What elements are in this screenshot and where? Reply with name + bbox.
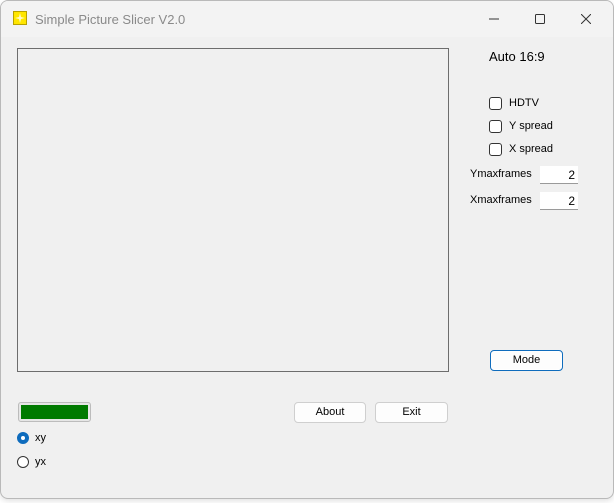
radio-label: xy	[35, 432, 46, 444]
checkbox-box[interactable]	[489, 119, 502, 133]
ymaxframes-label: Ymaxframes	[470, 168, 532, 180]
y-spread-checkbox[interactable]: Y spread	[489, 118, 553, 134]
xmaxframes-input[interactable]: 2	[540, 192, 578, 210]
radio-yx[interactable]: yx	[17, 455, 46, 469]
minimize-button[interactable]	[471, 1, 517, 37]
checkbox-label: HDTV	[509, 97, 539, 109]
window-title: Simple Picture Slicer V2.0	[35, 12, 186, 27]
checkbox-box[interactable]	[489, 142, 502, 156]
radio-dot[interactable]	[17, 456, 29, 468]
app-icon	[13, 11, 27, 25]
progress-bar	[18, 402, 91, 422]
maximize-icon	[535, 14, 545, 24]
close-button[interactable]	[563, 1, 609, 37]
picture-panel[interactable]	[17, 48, 449, 372]
checkbox-box[interactable]	[489, 96, 502, 110]
x-spread-checkbox[interactable]: X spread	[489, 141, 553, 157]
maximize-button[interactable]	[517, 1, 563, 37]
title-bar[interactable]: Simple Picture Slicer V2.0	[1, 1, 613, 37]
mode-button[interactable]: Mode	[490, 350, 563, 371]
ymaxframes-input[interactable]: 2	[540, 166, 578, 184]
about-button[interactable]: About	[294, 402, 366, 423]
close-icon	[581, 14, 591, 24]
checkbox-label: Y spread	[509, 120, 553, 132]
xmaxframes-label: Xmaxframes	[470, 194, 532, 206]
radio-label: yx	[35, 456, 46, 468]
auto-mode-label: Auto 16:9	[489, 49, 545, 64]
minimize-icon	[489, 18, 499, 20]
progress-fill	[21, 405, 88, 419]
exit-button[interactable]: Exit	[375, 402, 448, 423]
radio-dot[interactable]	[17, 432, 29, 444]
radio-xy[interactable]: xy	[17, 431, 46, 445]
app-window: Simple Picture Slicer V2.0 Auto 16:9 HDT…	[0, 0, 614, 499]
checkbox-label: X spread	[509, 143, 554, 155]
hdtv-checkbox[interactable]: HDTV	[489, 95, 539, 111]
